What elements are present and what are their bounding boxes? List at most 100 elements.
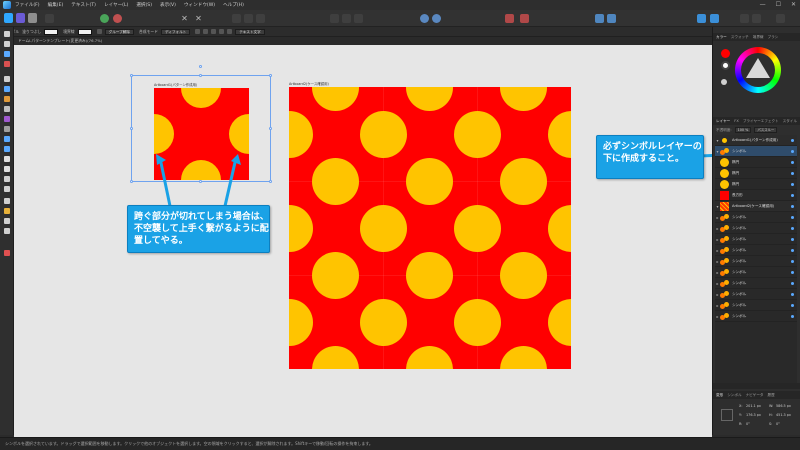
blend-mode-select[interactable]: ディフォルト xyxy=(160,28,191,35)
pattern-dot[interactable] xyxy=(181,160,221,180)
split-view-icon[interactable] xyxy=(752,14,761,23)
fill-color-chip[interactable] xyxy=(721,49,730,58)
layer-visibility-icon[interactable] xyxy=(791,160,794,164)
snapping-magnet-icon[interactable] xyxy=(505,14,514,23)
selection-handle-t[interactable] xyxy=(199,74,202,77)
canvas[interactable]: Artboard1(パターン作成用) Artboard2(ケース確認用) xyxy=(14,45,712,437)
snap-toggle-icon[interactable] xyxy=(100,14,109,23)
align-center-icon[interactable] xyxy=(203,29,209,34)
layer-row[interactable]: ▸ シンボル xyxy=(715,267,797,278)
record-icon[interactable] xyxy=(113,14,122,23)
workspace-icon[interactable] xyxy=(776,14,785,23)
selection-handle-tr[interactable] xyxy=(269,74,272,77)
layer-blend-select[interactable]: パススルー xyxy=(754,127,778,133)
move-tool-icon[interactable] xyxy=(3,30,11,38)
layer-row[interactable]: ▾ Artboard2(ケース確認用) xyxy=(715,201,797,212)
pattern-dot[interactable] xyxy=(154,114,174,154)
arrange-back-icon[interactable] xyxy=(232,14,241,23)
r-field[interactable]: 0° xyxy=(746,422,750,426)
selection-handle-tl[interactable] xyxy=(130,74,133,77)
layer-visibility-icon[interactable] xyxy=(791,182,794,186)
fill-tool-icon[interactable] xyxy=(3,105,11,113)
menu-text[interactable]: テキスト(T) xyxy=(71,2,96,8)
rounded-rect-tool-icon[interactable] xyxy=(3,175,11,183)
pattern-dot[interactable] xyxy=(229,114,249,154)
rectangle-tool-icon[interactable] xyxy=(3,155,11,163)
layer-row[interactable]: ▸ シンボル xyxy=(715,278,797,289)
layer-visibility-icon[interactable] xyxy=(791,138,794,142)
selection-handle-r[interactable] xyxy=(269,127,272,130)
tab-styles[interactable]: スタイル xyxy=(783,119,797,124)
slice-tool-icon[interactable] xyxy=(3,145,11,153)
minimize-button[interactable]: — xyxy=(760,1,766,8)
layer-row[interactable]: ▸ シンボル xyxy=(715,256,797,267)
eyedropper-icon[interactable] xyxy=(721,79,727,85)
tab-color[interactable]: カラー xyxy=(716,35,727,40)
stroke-swatch[interactable] xyxy=(77,28,92,35)
layer-visibility-icon[interactable] xyxy=(791,292,794,296)
boolean-subtract-icon[interactable] xyxy=(432,14,441,23)
tab-layers[interactable]: レイヤー xyxy=(716,119,730,124)
fill-swatch[interactable] xyxy=(44,28,59,35)
layer-row[interactable]: ▸ シンボル xyxy=(715,223,797,234)
align-right-icon[interactable] xyxy=(211,29,217,34)
color-picker-icon[interactable] xyxy=(3,207,11,215)
layer-row[interactable]: ▸ シンボル xyxy=(715,300,797,311)
pencil-tool-icon[interactable] xyxy=(3,85,11,93)
arrange-forward-icon[interactable] xyxy=(244,14,253,23)
frame-text-icon[interactable] xyxy=(3,197,11,205)
share-icon[interactable] xyxy=(45,14,54,23)
layer-row[interactable]: 楕円 xyxy=(715,168,797,179)
tab-navigator[interactable]: ナビゲータ xyxy=(746,393,764,398)
maximize-button[interactable]: ☐ xyxy=(776,1,781,8)
tab-fx[interactable]: FX xyxy=(734,119,739,123)
s-field[interactable]: 0° xyxy=(776,422,780,426)
layer-visibility-icon[interactable] xyxy=(791,226,794,230)
insert-inside-icon[interactable] xyxy=(330,14,339,23)
pattern-dot[interactable] xyxy=(181,88,221,108)
pixel-persona-icon[interactable] xyxy=(16,13,25,23)
tab-layer-effects[interactable]: ブライヤーエフェクト xyxy=(743,119,779,124)
color-wheel[interactable] xyxy=(735,47,781,93)
y-field[interactable]: 176.3 px xyxy=(746,413,761,417)
boolean-add-icon[interactable] xyxy=(420,14,429,23)
export-persona-icon[interactable] xyxy=(28,13,37,23)
rotation-handle[interactable] xyxy=(199,65,202,68)
document-tab[interactable]: ドームLパターンテンプレート(変更済み)(76.7%) xyxy=(14,37,712,45)
studio-panel-icon-2[interactable] xyxy=(710,14,719,23)
ellipse-tool-icon[interactable] xyxy=(3,165,11,173)
layer-visibility-icon[interactable] xyxy=(791,171,794,175)
menu-layer[interactable]: レイヤー(L) xyxy=(104,2,128,8)
stroke-options-icon[interactable] xyxy=(96,29,102,34)
rotate-icon[interactable] xyxy=(227,29,233,34)
ungroup-button[interactable]: グループ解除 xyxy=(104,28,134,35)
layer-row[interactable]: 長方形 xyxy=(715,190,797,201)
flip-icon[interactable] xyxy=(219,29,225,34)
menu-edit[interactable]: 編集(E) xyxy=(48,2,64,8)
tab-history[interactable]: 履歴 xyxy=(768,393,775,398)
layer-visibility-icon[interactable] xyxy=(791,259,794,263)
x-field[interactable]: 201.1 px xyxy=(746,404,761,408)
crop-tool-icon[interactable] xyxy=(3,135,11,143)
color-triangle[interactable] xyxy=(746,58,770,78)
pen-tool-icon[interactable] xyxy=(3,75,11,83)
tab-transform[interactable]: 変形 xyxy=(716,393,723,398)
artistic-text-icon[interactable] xyxy=(3,185,11,193)
tab-stroke[interactable]: 境界線 xyxy=(753,35,764,40)
layer-row[interactable]: ▾ シンボル xyxy=(715,146,797,157)
layer-visibility-icon[interactable] xyxy=(791,237,794,241)
close-button[interactable]: ✕ xyxy=(791,1,796,8)
arrange-front-icon[interactable] xyxy=(256,14,265,23)
layers-list[interactable]: ▾ Artboard1(パターン作成用) ▾ シンボル 楕円 楕円 楕円 長方形 ▾ Artboa… xyxy=(715,135,797,383)
layer-visibility-icon[interactable] xyxy=(791,303,794,307)
w-field[interactable]: 586.5 px xyxy=(776,404,791,408)
insert-behind-icon[interactable] xyxy=(342,14,351,23)
transparency-tool-icon[interactable] xyxy=(3,115,11,123)
tab-swatches[interactable]: スウォッチ xyxy=(731,35,749,40)
layer-row[interactable]: ▸ シンボル xyxy=(715,245,797,256)
vector-brush-icon[interactable] xyxy=(3,95,11,103)
layer-visibility-icon[interactable] xyxy=(791,281,794,285)
layer-visibility-icon[interactable] xyxy=(791,204,794,208)
layer-row[interactable]: 楕円 xyxy=(715,157,797,168)
opacity-field[interactable]: 100 % xyxy=(734,127,752,133)
